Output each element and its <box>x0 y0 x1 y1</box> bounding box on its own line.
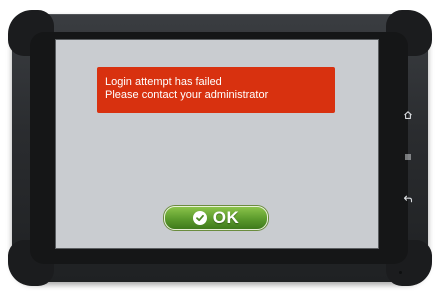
alert-message-line2: Please contact your administrator <box>105 89 269 101</box>
error-alert: Login attempt has failed Please contact … <box>97 67 335 113</box>
menu-icon <box>403 152 413 162</box>
home-key[interactable] <box>401 108 415 122</box>
ok-button-label: OK <box>212 208 240 227</box>
menu-key[interactable] <box>401 150 415 164</box>
alert-message-line1: Login attempt has failed <box>105 76 222 88</box>
tablet-screen: Login attempt has failed Please contact … <box>55 39 379 249</box>
back-icon <box>403 194 413 204</box>
device-photo: Login attempt has failed Please contact … <box>0 0 438 291</box>
check-circle-icon <box>192 211 207 225</box>
status-led <box>399 271 402 274</box>
home-icon <box>403 110 413 120</box>
back-key[interactable] <box>401 192 415 206</box>
ok-button[interactable]: OK <box>164 206 268 230</box>
